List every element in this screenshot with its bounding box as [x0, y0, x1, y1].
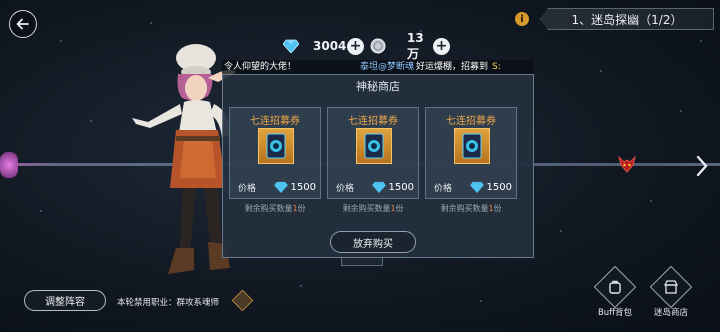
give-up-purchase-button[interactable]: 放弃购买	[330, 231, 416, 253]
banned-class-icon[interactable]	[231, 289, 254, 312]
add-diamond-button[interactable]: +	[347, 37, 364, 55]
remaining-quantity: 剩余购买数量1份	[342, 204, 404, 213]
panel-tab	[341, 258, 383, 266]
info-icon[interactable]: i	[515, 12, 529, 26]
diamond-icon	[283, 39, 299, 53]
stage-title[interactable]: 1、迷岛探幽（1/2）	[540, 8, 714, 30]
price-row: 价格 1500	[336, 180, 414, 194]
item-name: 七连招募券	[446, 116, 496, 127]
chevron-right-icon[interactable]	[695, 155, 709, 177]
diamond-icon	[469, 181, 484, 193]
banned-class-text: 本轮禁用职业：群攻系魂师	[117, 298, 220, 308]
price-label: 价格	[238, 183, 257, 194]
item-name: 七连招募券	[348, 116, 398, 127]
arrow-left-icon	[16, 18, 29, 30]
diamond-currency	[283, 36, 299, 56]
recruit-ticket-icon	[356, 128, 392, 164]
price-value: 1500	[388, 181, 414, 193]
backpack-icon	[609, 280, 621, 294]
diamond-amount: 3004	[313, 39, 347, 53]
island-shop-button[interactable]: 迷岛商店	[649, 265, 693, 318]
shop-title: 神秘商店	[356, 80, 400, 93]
price-value: 1500	[486, 181, 512, 193]
price-value: 1500	[290, 181, 316, 193]
diamond-icon	[273, 181, 288, 193]
diamond-icon	[371, 181, 386, 193]
price-row: 价格 1500	[434, 180, 512, 194]
recruit-ticket-icon	[258, 128, 294, 164]
shop-stall-icon	[663, 280, 679, 294]
back-button[interactable]	[9, 10, 37, 38]
shop-item-card[interactable]: 七连招募券 价格 1500	[229, 107, 321, 199]
shop-item-card[interactable]: 七连招募券 价格 1500	[425, 107, 517, 199]
buff-bag-button[interactable]: Buff背包	[593, 265, 637, 318]
marquee-left-text: 令人仰望的大佬！	[224, 62, 297, 72]
coin-amount: 13万	[407, 30, 424, 61]
add-coin-button[interactable]: +	[433, 37, 450, 55]
price-row: 价格 1500	[238, 180, 316, 194]
broadcast-marquee: 令人仰望的大佬！ 泰坦@梦断魂 好运爆棚，招募到 S:	[222, 60, 534, 74]
enemy-demon-icon[interactable]	[617, 154, 637, 174]
remaining-quantity: 剩余购买数量1份	[440, 204, 502, 213]
portal-node[interactable]	[0, 152, 18, 178]
item-name: 七连招募券	[250, 116, 300, 127]
mystery-shop-panel: 神秘商店 七连招募券 价格 1500 剩余购买数量1份 七连招募券 价格 150…	[222, 74, 534, 266]
adjust-lineup-button[interactable]: 调整阵容	[24, 290, 106, 311]
price-label: 价格	[434, 183, 453, 194]
recruit-ticket-icon	[454, 128, 490, 164]
marquee-player: 泰坦@梦断魂	[360, 62, 415, 72]
price-label: 价格	[336, 183, 355, 194]
marquee-message: 好运爆棚，招募到	[416, 62, 489, 72]
marquee-tag: S:	[492, 62, 501, 72]
silver-coin-icon	[370, 38, 386, 54]
remaining-quantity: 剩余购买数量1份	[244, 204, 306, 213]
shop-item-card[interactable]: 七连招募券 价格 1500	[327, 107, 419, 199]
